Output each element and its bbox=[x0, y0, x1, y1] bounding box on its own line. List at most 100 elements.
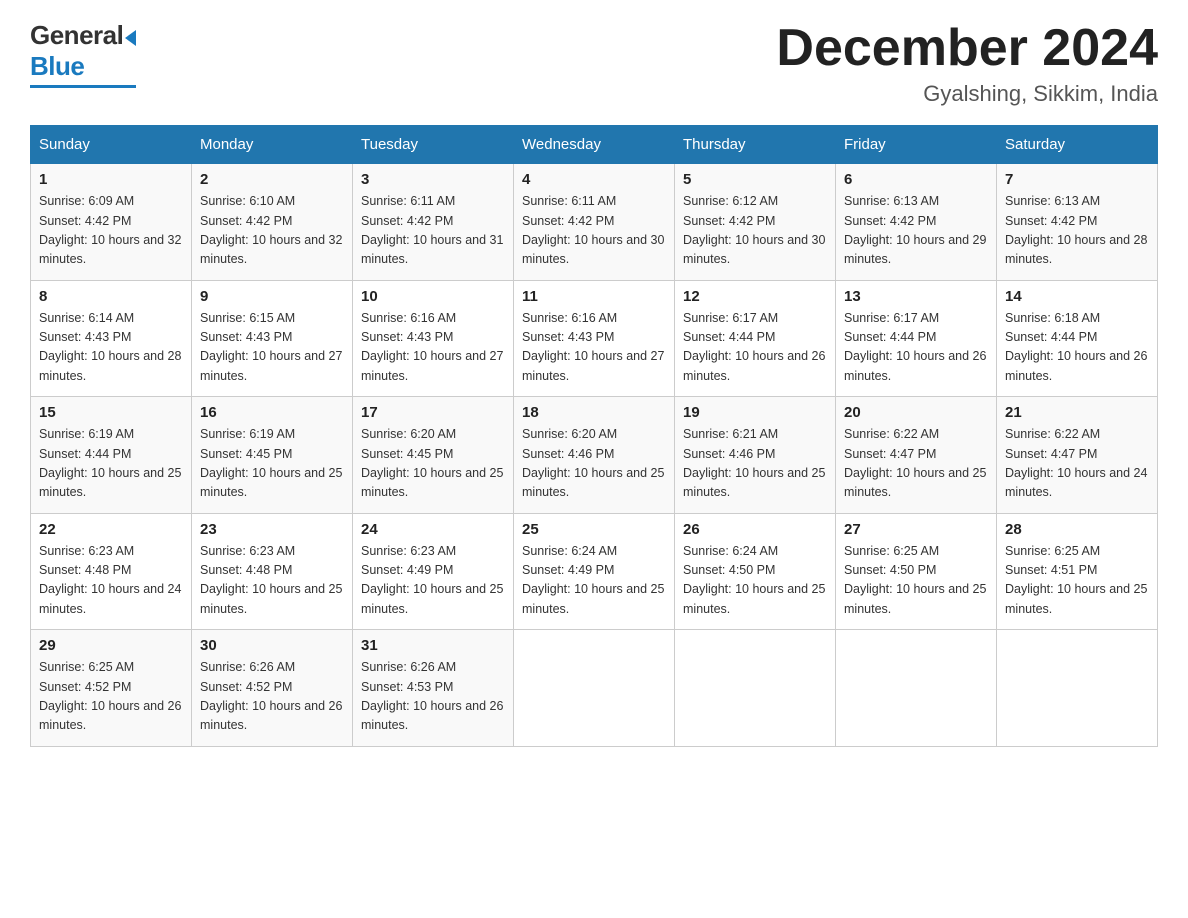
daylight-label: Daylight: 10 hours and 25 minutes. bbox=[522, 582, 664, 615]
sunrise-label: Sunrise: 6:17 AM bbox=[844, 311, 939, 325]
calendar-cell: 5 Sunrise: 6:12 AM Sunset: 4:42 PM Dayli… bbox=[675, 164, 836, 281]
sunset-label: Sunset: 4:45 PM bbox=[200, 447, 292, 461]
daylight-label: Daylight: 10 hours and 27 minutes. bbox=[361, 349, 503, 382]
sunrise-label: Sunrise: 6:18 AM bbox=[1005, 311, 1100, 325]
day-number: 22 bbox=[39, 521, 183, 538]
daylight-label: Daylight: 10 hours and 30 minutes. bbox=[522, 233, 664, 266]
day-number: 28 bbox=[1005, 521, 1149, 538]
sunset-label: Sunset: 4:47 PM bbox=[844, 447, 936, 461]
sunrise-label: Sunrise: 6:11 AM bbox=[361, 194, 455, 208]
sunrise-label: Sunrise: 6:24 AM bbox=[683, 544, 778, 558]
day-number: 29 bbox=[39, 637, 183, 654]
sunrise-label: Sunrise: 6:22 AM bbox=[844, 427, 939, 441]
day-number: 2 bbox=[200, 171, 344, 188]
sunset-label: Sunset: 4:42 PM bbox=[522, 214, 614, 228]
day-info: Sunrise: 6:14 AM Sunset: 4:43 PM Dayligh… bbox=[39, 309, 183, 387]
day-number: 1 bbox=[39, 171, 183, 188]
day-info: Sunrise: 6:22 AM Sunset: 4:47 PM Dayligh… bbox=[844, 425, 988, 503]
calendar-cell: 15 Sunrise: 6:19 AM Sunset: 4:44 PM Dayl… bbox=[31, 397, 192, 514]
daylight-label: Daylight: 10 hours and 28 minutes. bbox=[1005, 233, 1147, 266]
daylight-label: Daylight: 10 hours and 32 minutes. bbox=[200, 233, 342, 266]
day-info: Sunrise: 6:25 AM Sunset: 4:52 PM Dayligh… bbox=[39, 658, 183, 736]
day-info: Sunrise: 6:26 AM Sunset: 4:53 PM Dayligh… bbox=[361, 658, 505, 736]
daylight-label: Daylight: 10 hours and 26 minutes. bbox=[844, 349, 986, 382]
sunset-label: Sunset: 4:49 PM bbox=[361, 563, 453, 577]
calendar-cell: 22 Sunrise: 6:23 AM Sunset: 4:48 PM Dayl… bbox=[31, 513, 192, 630]
day-number: 13 bbox=[844, 288, 988, 305]
calendar-cell: 24 Sunrise: 6:23 AM Sunset: 4:49 PM Dayl… bbox=[353, 513, 514, 630]
title-block: December 2024 Gyalshing, Sikkim, India bbox=[776, 20, 1158, 107]
sunset-label: Sunset: 4:42 PM bbox=[39, 214, 131, 228]
sunset-label: Sunset: 4:47 PM bbox=[1005, 447, 1097, 461]
day-number: 7 bbox=[1005, 171, 1149, 188]
sunrise-label: Sunrise: 6:20 AM bbox=[522, 427, 617, 441]
day-number: 4 bbox=[522, 171, 666, 188]
day-number: 14 bbox=[1005, 288, 1149, 305]
calendar-cell: 27 Sunrise: 6:25 AM Sunset: 4:50 PM Dayl… bbox=[836, 513, 997, 630]
sunrise-label: Sunrise: 6:16 AM bbox=[522, 311, 617, 325]
sunrise-label: Sunrise: 6:26 AM bbox=[200, 660, 295, 674]
daylight-label: Daylight: 10 hours and 26 minutes. bbox=[1005, 349, 1147, 382]
day-number: 11 bbox=[522, 288, 666, 305]
day-info: Sunrise: 6:09 AM Sunset: 4:42 PM Dayligh… bbox=[39, 192, 183, 270]
daylight-label: Daylight: 10 hours and 25 minutes. bbox=[522, 466, 664, 499]
day-info: Sunrise: 6:17 AM Sunset: 4:44 PM Dayligh… bbox=[844, 309, 988, 387]
day-number: 15 bbox=[39, 404, 183, 421]
calendar-cell: 25 Sunrise: 6:24 AM Sunset: 4:49 PM Dayl… bbox=[514, 513, 675, 630]
day-info: Sunrise: 6:10 AM Sunset: 4:42 PM Dayligh… bbox=[200, 192, 344, 270]
calendar-cell: 28 Sunrise: 6:25 AM Sunset: 4:51 PM Dayl… bbox=[997, 513, 1158, 630]
day-info: Sunrise: 6:23 AM Sunset: 4:49 PM Dayligh… bbox=[361, 542, 505, 620]
calendar-cell bbox=[514, 630, 675, 747]
sunrise-label: Sunrise: 6:25 AM bbox=[39, 660, 134, 674]
daylight-label: Daylight: 10 hours and 25 minutes. bbox=[683, 466, 825, 499]
calendar-cell: 14 Sunrise: 6:18 AM Sunset: 4:44 PM Dayl… bbox=[997, 280, 1158, 397]
sunset-label: Sunset: 4:43 PM bbox=[361, 330, 453, 344]
calendar-cell: 9 Sunrise: 6:15 AM Sunset: 4:43 PM Dayli… bbox=[192, 280, 353, 397]
calendar-cell: 1 Sunrise: 6:09 AM Sunset: 4:42 PM Dayli… bbox=[31, 164, 192, 281]
day-number: 9 bbox=[200, 288, 344, 305]
calendar-cell: 29 Sunrise: 6:25 AM Sunset: 4:52 PM Dayl… bbox=[31, 630, 192, 747]
day-number: 21 bbox=[1005, 404, 1149, 421]
header-saturday: Saturday bbox=[997, 126, 1158, 164]
calendar-cell: 30 Sunrise: 6:26 AM Sunset: 4:52 PM Dayl… bbox=[192, 630, 353, 747]
sunrise-label: Sunrise: 6:13 AM bbox=[844, 194, 939, 208]
day-info: Sunrise: 6:26 AM Sunset: 4:52 PM Dayligh… bbox=[200, 658, 344, 736]
calendar-cell: 10 Sunrise: 6:16 AM Sunset: 4:43 PM Dayl… bbox=[353, 280, 514, 397]
calendar-week-3: 15 Sunrise: 6:19 AM Sunset: 4:44 PM Dayl… bbox=[31, 397, 1158, 514]
daylight-label: Daylight: 10 hours and 25 minutes. bbox=[844, 582, 986, 615]
daylight-label: Daylight: 10 hours and 25 minutes. bbox=[200, 582, 342, 615]
sunrise-label: Sunrise: 6:23 AM bbox=[39, 544, 134, 558]
logo-blue-row: Blue bbox=[30, 51, 84, 82]
daylight-label: Daylight: 10 hours and 26 minutes. bbox=[200, 699, 342, 732]
day-info: Sunrise: 6:16 AM Sunset: 4:43 PM Dayligh… bbox=[522, 309, 666, 387]
day-info: Sunrise: 6:11 AM Sunset: 4:42 PM Dayligh… bbox=[522, 192, 666, 270]
sunset-label: Sunset: 4:48 PM bbox=[39, 563, 131, 577]
sunset-label: Sunset: 4:48 PM bbox=[200, 563, 292, 577]
day-info: Sunrise: 6:19 AM Sunset: 4:45 PM Dayligh… bbox=[200, 425, 344, 503]
day-info: Sunrise: 6:25 AM Sunset: 4:50 PM Dayligh… bbox=[844, 542, 988, 620]
sunset-label: Sunset: 4:44 PM bbox=[1005, 330, 1097, 344]
sunrise-label: Sunrise: 6:19 AM bbox=[39, 427, 134, 441]
day-info: Sunrise: 6:16 AM Sunset: 4:43 PM Dayligh… bbox=[361, 309, 505, 387]
sunset-label: Sunset: 4:50 PM bbox=[844, 563, 936, 577]
calendar-cell: 7 Sunrise: 6:13 AM Sunset: 4:42 PM Dayli… bbox=[997, 164, 1158, 281]
daylight-label: Daylight: 10 hours and 25 minutes. bbox=[361, 582, 503, 615]
day-info: Sunrise: 6:24 AM Sunset: 4:49 PM Dayligh… bbox=[522, 542, 666, 620]
logo-arrow-icon bbox=[125, 30, 136, 46]
day-info: Sunrise: 6:25 AM Sunset: 4:51 PM Dayligh… bbox=[1005, 542, 1149, 620]
header-row: Sunday Monday Tuesday Wednesday Thursday… bbox=[31, 126, 1158, 164]
sunrise-label: Sunrise: 6:26 AM bbox=[361, 660, 456, 674]
day-number: 17 bbox=[361, 404, 505, 421]
sunset-label: Sunset: 4:44 PM bbox=[39, 447, 131, 461]
sunset-label: Sunset: 4:45 PM bbox=[361, 447, 453, 461]
day-info: Sunrise: 6:13 AM Sunset: 4:42 PM Dayligh… bbox=[844, 192, 988, 270]
sunset-label: Sunset: 4:43 PM bbox=[39, 330, 131, 344]
logo-combined: General bbox=[30, 20, 136, 51]
day-info: Sunrise: 6:21 AM Sunset: 4:46 PM Dayligh… bbox=[683, 425, 827, 503]
sunset-label: Sunset: 4:44 PM bbox=[844, 330, 936, 344]
calendar-week-4: 22 Sunrise: 6:23 AM Sunset: 4:48 PM Dayl… bbox=[31, 513, 1158, 630]
daylight-label: Daylight: 10 hours and 29 minutes. bbox=[844, 233, 986, 266]
sunrise-label: Sunrise: 6:25 AM bbox=[1005, 544, 1100, 558]
day-info: Sunrise: 6:20 AM Sunset: 4:46 PM Dayligh… bbox=[522, 425, 666, 503]
daylight-label: Daylight: 10 hours and 32 minutes. bbox=[39, 233, 181, 266]
